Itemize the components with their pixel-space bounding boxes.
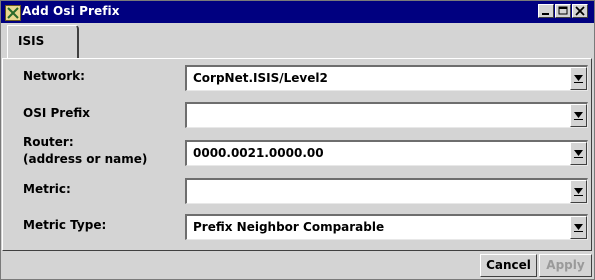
apply-button[interactable]: Apply <box>539 254 592 277</box>
osi-prefix-label: OSI Prefix <box>23 106 90 120</box>
network-dropdown-button[interactable] <box>570 67 587 90</box>
dialog-window: Add Osi Prefix ISIS Network: CorpNet.ISI… <box>0 0 595 280</box>
title-bar[interactable]: Add Osi Prefix <box>1 1 594 23</box>
close-icon <box>575 6 585 16</box>
chevron-down-icon <box>574 150 583 158</box>
osi-prefix-dropdown-button[interactable] <box>570 104 587 127</box>
router-dropdown-button[interactable] <box>570 142 587 165</box>
chevron-down-icon <box>574 112 583 120</box>
maximize-icon <box>558 6 568 15</box>
button-bar: Cancel Apply <box>1 252 594 279</box>
minimize-button[interactable] <box>538 4 554 18</box>
network-value: CorpNet.ISIS/Level2 <box>193 71 328 85</box>
router-label-hint: (address or name) <box>23 152 148 166</box>
router-label: Router: <box>23 135 74 149</box>
app-icon <box>5 5 21 21</box>
form-panel: Network: CorpNet.ISIS/Level2 OSI Prefix <box>2 58 592 251</box>
metric-dropdown[interactable] <box>185 178 588 204</box>
network-dropdown[interactable]: CorpNet.ISIS/Level2 <box>185 65 588 91</box>
metric-label: Metric: <box>23 182 71 196</box>
metric-dropdown-button[interactable] <box>570 180 587 203</box>
router-value: 0000.0021.0000.00 <box>193 146 324 160</box>
network-label: Network: <box>23 69 85 83</box>
window-title: Add Osi Prefix <box>22 4 120 18</box>
metric-type-dropdown[interactable]: Prefix Neighbor Comparable <box>185 214 588 240</box>
chevron-down-icon <box>574 224 583 232</box>
metric-type-value: Prefix Neighbor Comparable <box>193 220 385 234</box>
metric-type-dropdown-button[interactable] <box>570 216 587 239</box>
router-dropdown[interactable]: 0000.0021.0000.00 <box>185 140 588 166</box>
chevron-down-icon <box>574 188 583 196</box>
osi-prefix-dropdown[interactable] <box>185 102 588 128</box>
tab-label: ISIS <box>18 34 45 48</box>
close-button[interactable] <box>572 4 588 18</box>
cancel-button[interactable]: Cancel <box>480 254 537 277</box>
chevron-down-icon <box>574 75 583 83</box>
maximize-button[interactable] <box>555 4 571 18</box>
metric-type-label: Metric Type: <box>23 218 107 232</box>
tab-isis[interactable]: ISIS <box>7 25 79 60</box>
minimize-icon <box>542 13 549 15</box>
